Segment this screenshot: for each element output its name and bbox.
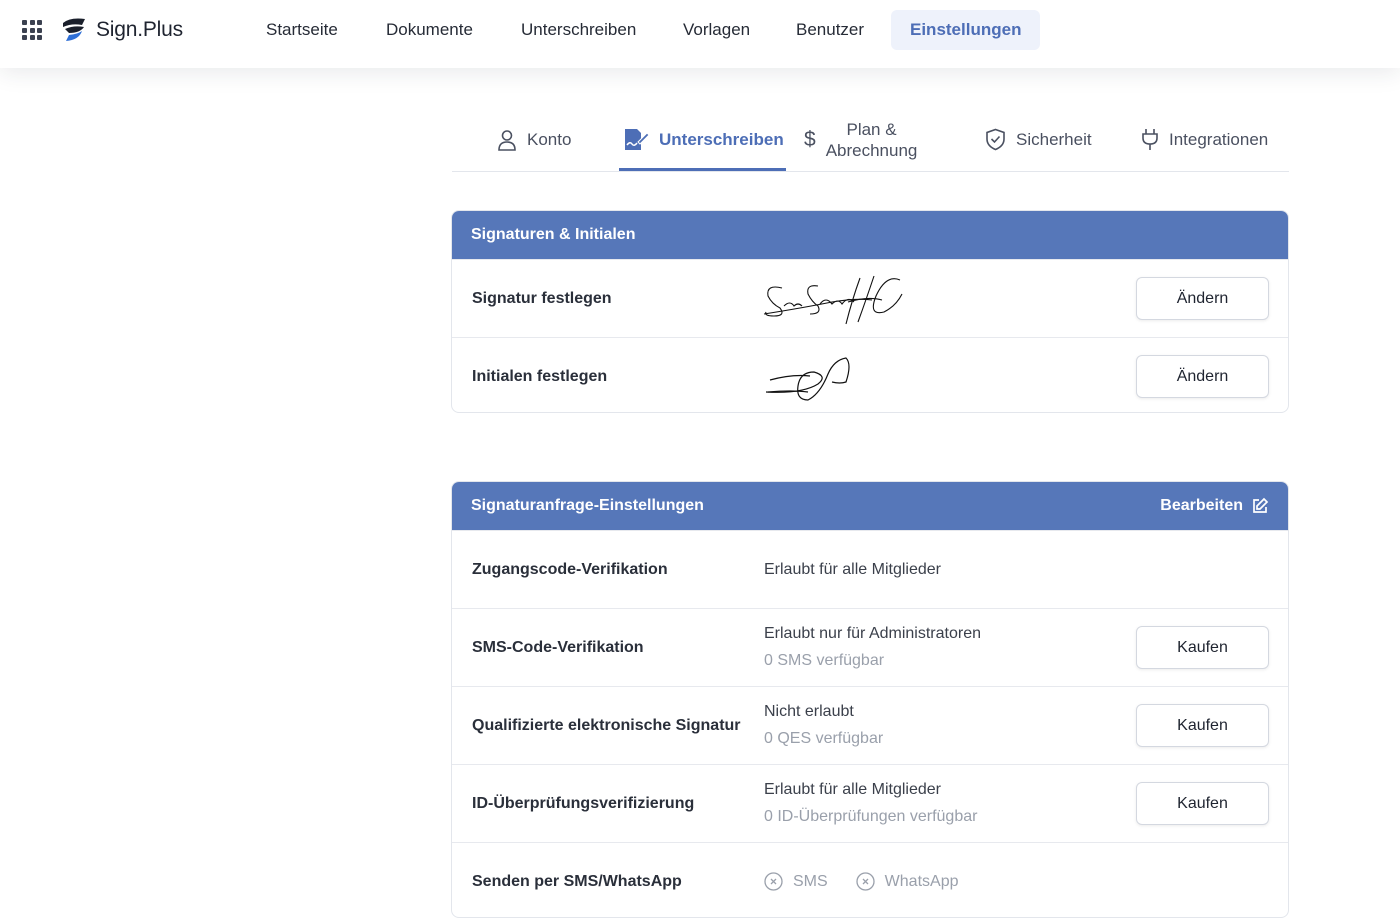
edit-label: Bearbeiten bbox=[1160, 497, 1243, 514]
sms-code-value-block: Erlaubt nur für Administratoren 0 SMS ve… bbox=[764, 609, 981, 686]
access-code-label: Zugangscode-Verifikation bbox=[472, 560, 668, 578]
request-settings-title: Signaturanfrage-Einstellungen bbox=[471, 497, 704, 514]
nav-benutzer[interactable]: Benutzer bbox=[796, 10, 864, 50]
tab-sicherheit-label: Sicherheit bbox=[1016, 129, 1092, 149]
tab-integrationen-label: Integrationen bbox=[1169, 129, 1269, 149]
nav-vorlagen[interactable]: Vorlagen bbox=[683, 10, 750, 50]
sign-document-icon bbox=[625, 128, 649, 150]
initials-image bbox=[765, 357, 850, 401]
id-check-value: Erlaubt für alle Mitglieder bbox=[764, 781, 941, 798]
request-settings-header: Signaturanfrage-Einstellungen Bearbeiten bbox=[452, 482, 1288, 530]
change-signature-button[interactable]: Ändern bbox=[1136, 277, 1269, 320]
access-code-row: Zugangscode-Verifikation Erlaubt für all… bbox=[452, 530, 1288, 608]
initials-row: Initialen festlegen Ändern bbox=[452, 337, 1288, 412]
settings-tabs: Konto Unterschreiben $ Plan & Abrechnung… bbox=[452, 108, 1289, 172]
sms-code-value: Erlaubt nur für Administratoren bbox=[764, 625, 981, 642]
option-sms-label: SMS bbox=[793, 872, 828, 890]
logo[interactable]: Sign.Plus bbox=[60, 15, 183, 45]
change-initials-button[interactable]: Ändern bbox=[1136, 355, 1269, 398]
tab-plan-line2: Abrechnung bbox=[825, 140, 918, 160]
id-check-available: 0 ID-Überprüfungen verfügbar bbox=[764, 808, 978, 825]
x-circle-icon bbox=[764, 872, 783, 891]
active-tab-indicator bbox=[619, 168, 786, 171]
tab-plan-abrechnung[interactable]: $ Plan & Abrechnung bbox=[804, 108, 917, 171]
edit-icon bbox=[1253, 497, 1269, 513]
id-check-label: ID-Überprüfungsverifizierung bbox=[472, 794, 695, 812]
top-navigation-bar: Sign.Plus Startseite Dokumente Unterschr… bbox=[0, 0, 1400, 68]
sms-code-row: SMS-Code-Verifikation Erlaubt nur für Ad… bbox=[452, 608, 1288, 686]
option-whatsapp-label: WhatsApp bbox=[884, 872, 959, 890]
access-code-value: Erlaubt für alle Mitglieder bbox=[764, 560, 941, 578]
send-options: SMS WhatsApp bbox=[764, 843, 959, 917]
buy-id-check-button[interactable]: Kaufen bbox=[1136, 782, 1269, 825]
shield-check-icon bbox=[986, 128, 1005, 151]
buy-qes-button[interactable]: Kaufen bbox=[1136, 704, 1269, 747]
id-check-value-block: Erlaubt für alle Mitglieder 0 ID-Überprü… bbox=[764, 765, 977, 842]
qes-label: Qualifizierte elektronische Signatur bbox=[472, 716, 741, 734]
send-sms-whatsapp-label: Senden per SMS/WhatsApp bbox=[472, 872, 682, 890]
signature-row: Signatur festlegen Ändern bbox=[452, 259, 1288, 337]
qes-value-block: Nicht erlaubt 0 QES verfügbar bbox=[764, 687, 883, 764]
tab-konto-label: Konto bbox=[527, 129, 572, 149]
signature-image bbox=[763, 275, 903, 325]
option-whatsapp: WhatsApp bbox=[856, 872, 959, 891]
qes-row: Qualifizierte elektronische Signatur Nic… bbox=[452, 686, 1288, 764]
buy-sms-button[interactable]: Kaufen bbox=[1136, 626, 1269, 669]
nav-startseite[interactable]: Startseite bbox=[266, 10, 338, 50]
tab-unterschreiben[interactable]: Unterschreiben bbox=[623, 108, 784, 171]
tab-unterschreiben-label: Unterschreiben bbox=[659, 129, 784, 149]
sms-code-label: SMS-Code-Verifikation bbox=[472, 638, 644, 656]
tab-plan-label: Plan & Abrechnung bbox=[826, 119, 918, 161]
qes-available: 0 QES verfügbar bbox=[764, 730, 884, 747]
sign-plus-logo-icon bbox=[63, 18, 85, 41]
apps-grid-icon[interactable] bbox=[22, 20, 42, 40]
plug-icon bbox=[1142, 129, 1158, 150]
tab-integrationen[interactable]: Integrationen bbox=[1141, 108, 1268, 171]
signatures-card-title: Signaturen & Initialen bbox=[471, 226, 636, 243]
qes-value: Nicht erlaubt bbox=[764, 703, 854, 720]
tab-plan-line1: Plan & bbox=[846, 119, 897, 139]
edit-button[interactable]: Bearbeiten bbox=[1160, 497, 1269, 515]
nav-einstellungen[interactable]: Einstellungen bbox=[891, 10, 1041, 50]
option-sms: SMS bbox=[764, 872, 828, 891]
nav-unterschreiben[interactable]: Unterschreiben bbox=[521, 10, 636, 50]
signatures-card: Signaturen & Initialen Signatur festlege… bbox=[451, 210, 1289, 413]
user-icon bbox=[498, 129, 516, 151]
tab-sicherheit[interactable]: Sicherheit bbox=[985, 108, 1092, 171]
x-circle-icon bbox=[856, 872, 875, 891]
nav-dokumente[interactable]: Dokumente bbox=[386, 10, 473, 50]
id-check-row: ID-Überprüfungsverifizierung Erlaubt für… bbox=[452, 764, 1288, 842]
dollar-icon: $ bbox=[804, 127, 816, 151]
logo-text: Sign.Plus bbox=[96, 18, 183, 41]
sms-available: 0 SMS verfügbar bbox=[764, 652, 885, 669]
request-settings-card: Signaturanfrage-Einstellungen Bearbeiten… bbox=[451, 481, 1289, 918]
access-code-value-block: Erlaubt für alle Mitglieder bbox=[764, 531, 941, 608]
initials-row-label: Initialen festlegen bbox=[472, 367, 608, 385]
signature-row-label: Signatur festlegen bbox=[472, 289, 612, 307]
signatures-card-header: Signaturen & Initialen bbox=[452, 211, 1288, 259]
tab-konto[interactable]: Konto bbox=[497, 108, 571, 171]
send-sms-whatsapp-row: Senden per SMS/WhatsApp SMS WhatsApp bbox=[452, 842, 1288, 917]
